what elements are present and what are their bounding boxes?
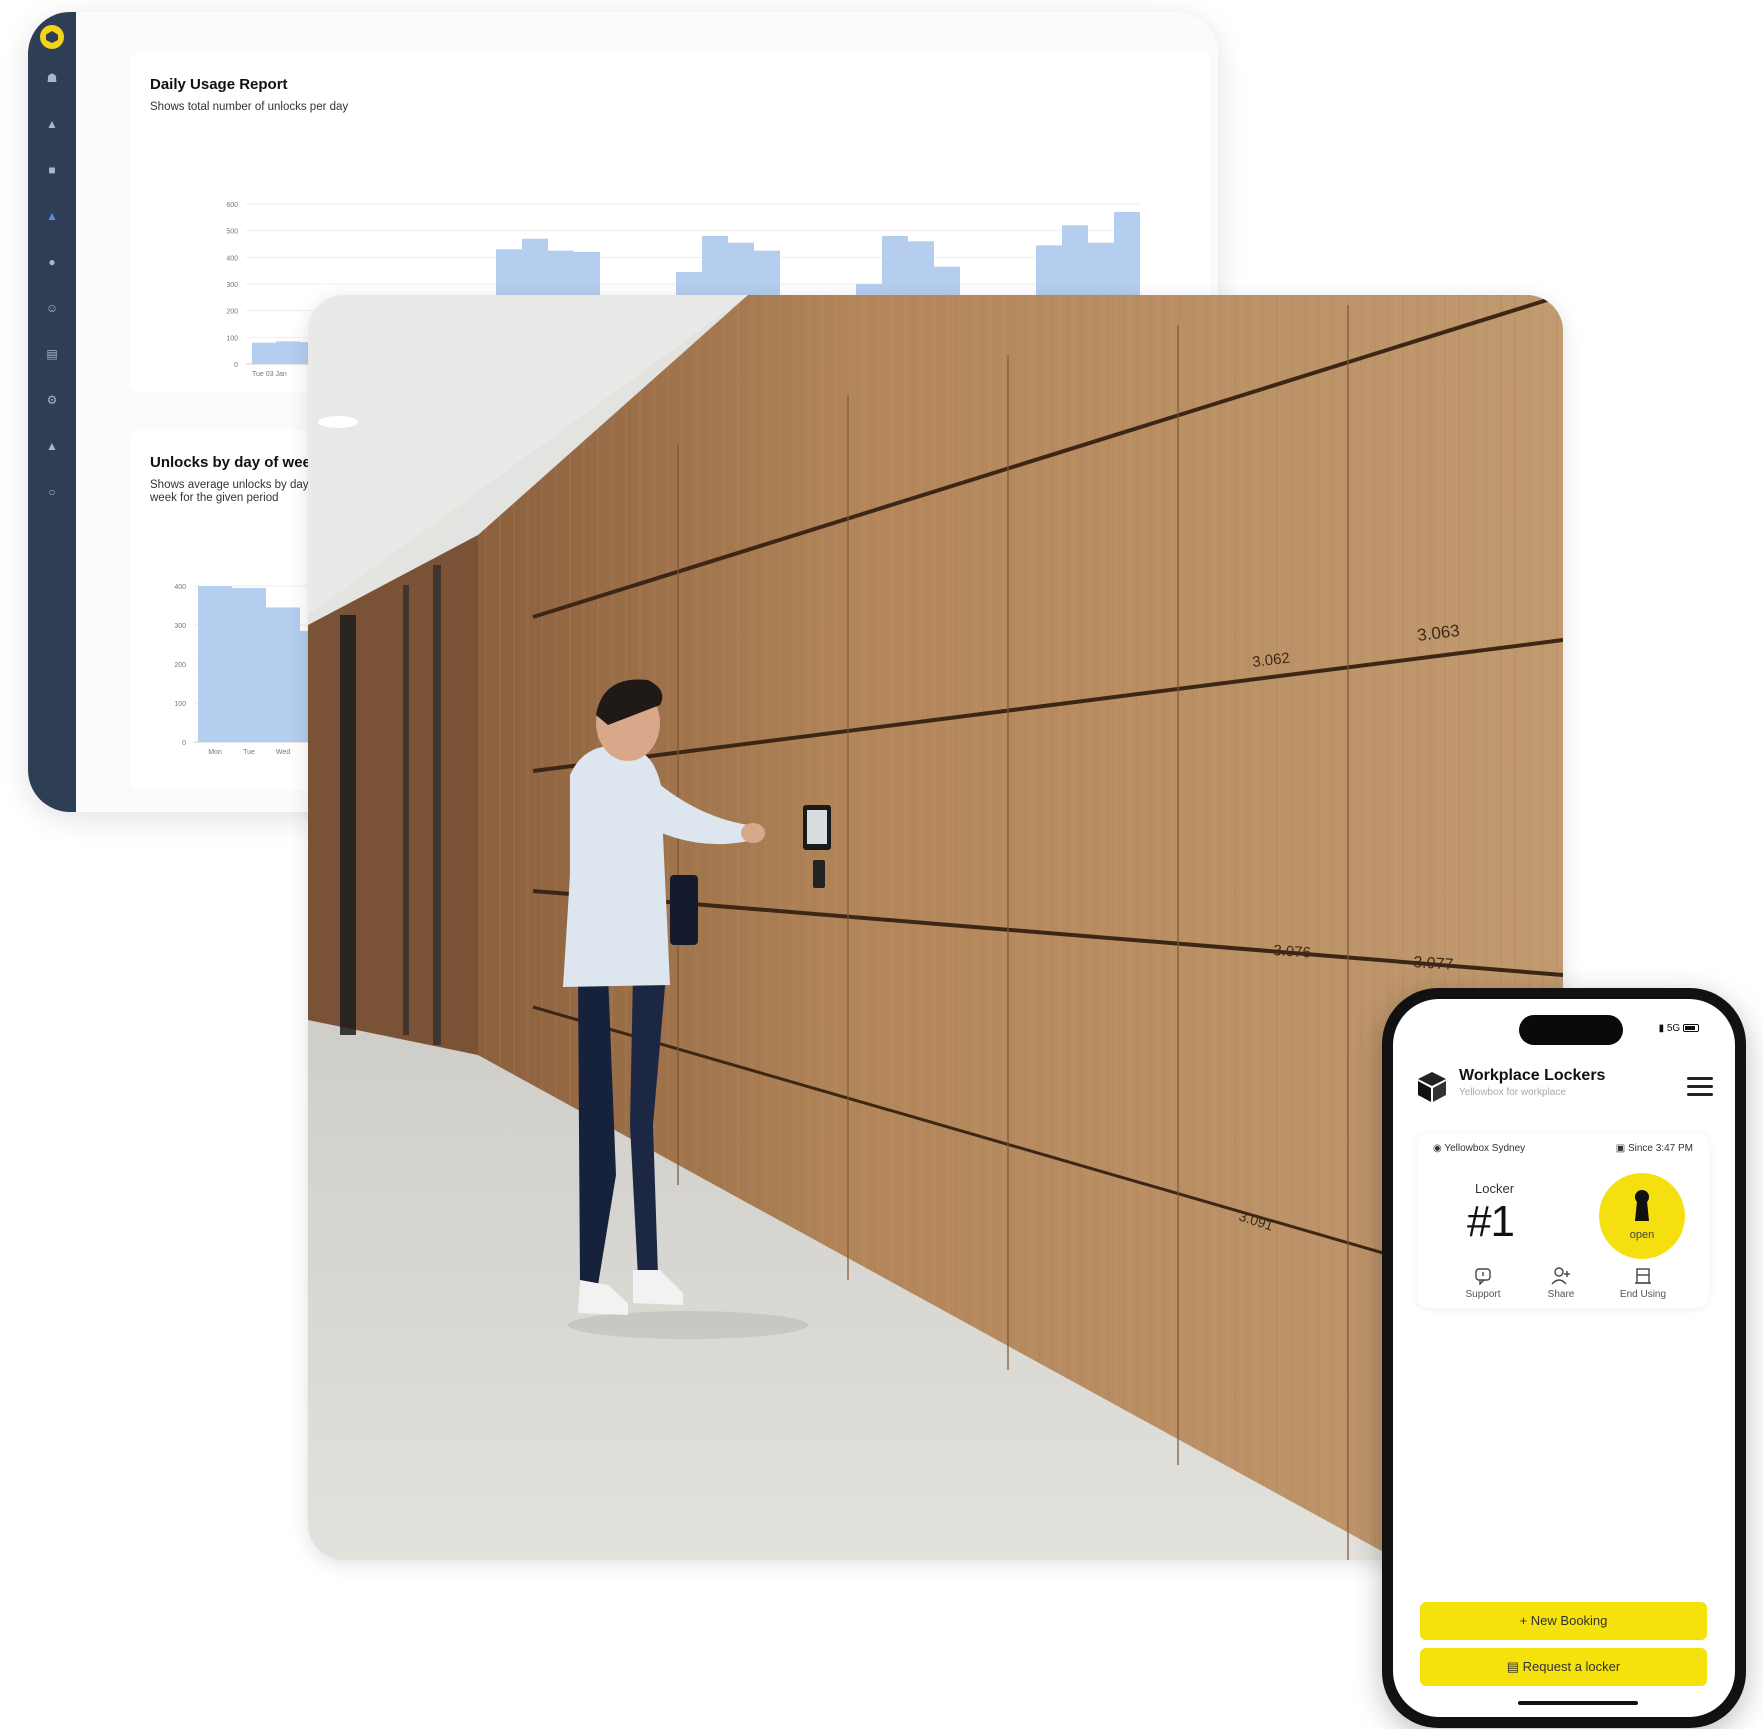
y-tick-label: 300 xyxy=(226,282,238,289)
document-icon[interactable]: ▤ xyxy=(43,346,61,362)
request-locker-label: Request a locker xyxy=(1522,1659,1621,1674)
app-subtitle: Yellowbox for workplace xyxy=(1459,1087,1566,1098)
dynamic-island xyxy=(1519,1015,1623,1045)
y-tick-label: 600 xyxy=(226,202,238,209)
photo-illustration: 3.063 3.062 3.077 3.076 3.091 xyxy=(308,295,1563,1560)
pin-icon: ◉ xyxy=(1433,1143,1442,1154)
person-icon[interactable]: ☺ xyxy=(43,300,61,316)
bar xyxy=(252,342,276,364)
bar xyxy=(276,341,300,364)
y-tick-label: 500 xyxy=(226,229,238,236)
location-label: ◉ Yellowbox Sydney xyxy=(1433,1143,1525,1154)
end-using-icon xyxy=(1635,1268,1651,1284)
new-booking-button[interactable]: + New Booking xyxy=(1420,1602,1707,1640)
location-text: Yellowbox Sydney xyxy=(1444,1143,1526,1154)
share-label: Share xyxy=(1547,1289,1575,1300)
share-button[interactable]: Share xyxy=(1531,1267,1591,1300)
bar xyxy=(232,587,266,742)
since-label: ▣ Since 3:47 PM xyxy=(1616,1143,1693,1154)
keyhole-icon xyxy=(1635,1190,1649,1221)
x-tick-label: Mon xyxy=(208,749,222,756)
y-tick-label: 100 xyxy=(226,335,238,342)
locker-label: Locker xyxy=(1475,1181,1515,1196)
end-using-button[interactable]: End Using xyxy=(1613,1267,1673,1300)
card-reader xyxy=(813,860,825,888)
y-tick-label: 200 xyxy=(174,662,186,669)
marketing-composite: ☗ ▲ ■ ▲ ● ☺ ▤ ⚙ ▲ ○ Daily Usage Report S… xyxy=(0,0,1763,1729)
lockers-icon[interactable]: ■ xyxy=(43,162,61,178)
locker-icon: ▤ xyxy=(1506,1659,1520,1674)
ceiling-light xyxy=(318,416,358,428)
far-wall xyxy=(308,535,478,1055)
y-tick-label: 0 xyxy=(182,740,186,747)
support-label: Support xyxy=(1465,1289,1501,1300)
users-icon[interactable]: ▲ xyxy=(43,116,61,132)
battery-icon xyxy=(1683,1024,1699,1033)
x-tick-label: Tue 03 Jan xyxy=(252,371,287,378)
y-tick-label: 300 xyxy=(174,623,186,630)
calendar-icon: ▣ xyxy=(1615,1143,1626,1154)
y-tick-label: 0 xyxy=(234,362,238,369)
locker-corridor-photo: 3.063 3.062 3.077 3.076 3.091 xyxy=(308,295,1563,1560)
brand-logo xyxy=(40,25,64,49)
locker-number: 3.076 xyxy=(1273,942,1312,962)
cube-logo-icon xyxy=(1418,1072,1446,1102)
share-icon xyxy=(1551,1267,1570,1285)
home-icon[interactable]: ☗ xyxy=(43,70,61,86)
bar xyxy=(266,607,300,742)
signal-icon: ▮ xyxy=(1658,1023,1665,1034)
x-tick-label: Wed xyxy=(276,749,290,756)
hamburger-menu-icon[interactable] xyxy=(1687,1077,1713,1099)
bar xyxy=(198,586,232,742)
messages-icon[interactable]: ● xyxy=(43,254,61,270)
locker-number: 3.077 xyxy=(1413,954,1454,974)
home-indicator xyxy=(1518,1701,1638,1705)
support-icon xyxy=(1475,1268,1491,1285)
x-tick-label: Tue xyxy=(243,749,255,756)
network-label: 5G xyxy=(1666,1023,1681,1034)
y-tick-label: 200 xyxy=(226,309,238,316)
analytics-icon[interactable]: ▲ xyxy=(43,438,61,454)
support-button[interactable]: Support xyxy=(1453,1267,1513,1300)
help-icon[interactable]: ○ xyxy=(43,484,61,500)
y-tick-label: 100 xyxy=(174,701,186,708)
open-locker-button[interactable]: open xyxy=(1599,1173,1685,1259)
settings-icon[interactable]: ⚙ xyxy=(43,392,61,408)
since-text: Since 3:47 PM xyxy=(1627,1143,1693,1154)
y-tick-label: 400 xyxy=(226,255,238,262)
end-using-label: End Using xyxy=(1619,1289,1667,1300)
status-bar: ▮ 5G xyxy=(1659,1023,1699,1034)
open-label: open xyxy=(1629,1229,1655,1241)
app-title: Workplace Lockers xyxy=(1459,1067,1606,1084)
active-booking-card: ◉ Yellowbox Sydney ▣ Since 3:47 PM Locke… xyxy=(1417,1133,1709,1308)
request-locker-button[interactable]: ▤ Request a locker xyxy=(1420,1648,1707,1686)
locker-number: #1 xyxy=(1467,1197,1515,1246)
sidebar: ☗ ▲ ■ ▲ ● ☺ ▤ ⚙ ▲ ○ xyxy=(28,12,76,812)
day-of-week-title: Unlocks by day of week xyxy=(150,454,320,471)
y-tick-label: 400 xyxy=(174,584,186,591)
reports-icon[interactable]: ▲ xyxy=(43,208,61,224)
daily-usage-title: Daily Usage Report xyxy=(150,76,288,93)
